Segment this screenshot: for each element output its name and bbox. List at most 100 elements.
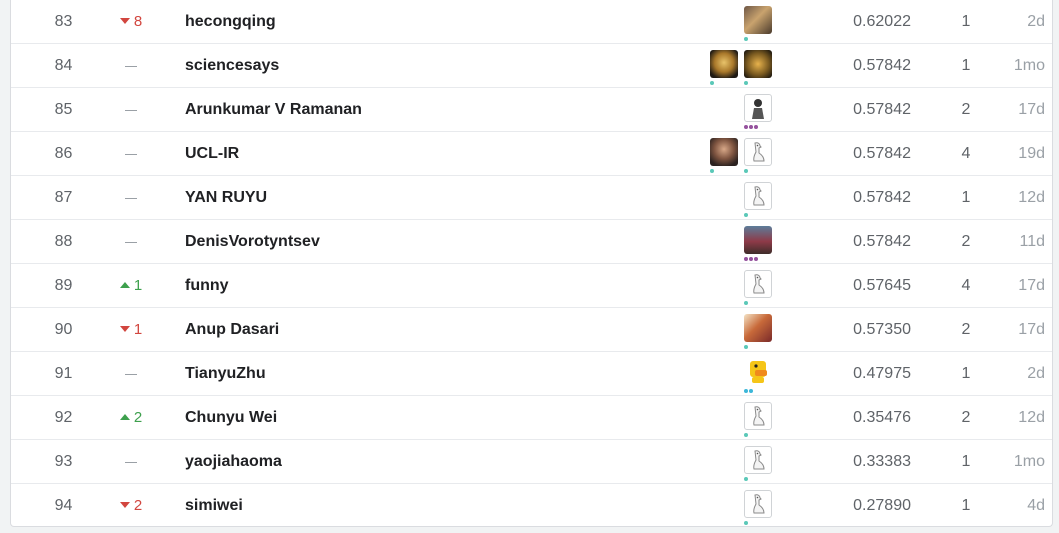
team-name-link[interactable]: Chunyu Wei — [185, 396, 277, 439]
member-avatar[interactable] — [744, 270, 772, 305]
rank-change: 8 — [111, 0, 151, 43]
member-avatar[interactable] — [744, 446, 772, 481]
rank-cell: 90 — [54, 321, 73, 338]
member-avatar[interactable] — [744, 94, 772, 129]
score-cell: 0.57842 — [853, 189, 911, 206]
leaderboard-row[interactable]: 83 8 hecongqing 0.62022 1 2d — [11, 0, 1052, 44]
no-change-dash-icon — [125, 241, 137, 243]
leaderboard-row[interactable]: 94 2 simiwei 0.27890 1 4d — [11, 484, 1052, 528]
team-name-link[interactable]: TianyuZhu — [185, 352, 266, 395]
entries-cell: 1 — [961, 365, 971, 382]
member-avatar[interactable] — [744, 138, 772, 173]
rank-cell: 86 — [54, 145, 73, 162]
last-submission-cell: 4d — [1027, 497, 1045, 514]
entries-cell: 1 — [961, 189, 971, 206]
score-cell: 0.47975 — [853, 365, 911, 382]
triangle-down-icon — [119, 326, 130, 333]
tier-dots-icon — [744, 81, 748, 85]
team-name-link[interactable]: Anup Dasari — [185, 308, 279, 351]
team-members — [744, 446, 772, 481]
team-name-link[interactable]: DenisVorotyntsev — [185, 220, 320, 263]
triangle-down-icon — [119, 502, 130, 509]
user-photo — [744, 314, 772, 342]
team-name-link[interactable]: simiwei — [185, 484, 243, 527]
team-name-link[interactable]: funny — [185, 264, 229, 307]
team-members — [744, 270, 772, 305]
user-photo — [744, 50, 772, 78]
leaderboard-row[interactable]: 88 DenisVorotyntsev 0.57842 2 11d — [11, 220, 1052, 264]
rank-cell: 88 — [54, 233, 73, 250]
last-submission-cell: 12d — [1018, 189, 1045, 206]
member-avatar[interactable] — [710, 138, 738, 173]
tier-dots-icon — [744, 257, 758, 261]
member-avatar[interactable] — [744, 182, 772, 217]
team-members — [744, 490, 772, 525]
rank-cell: 87 — [54, 189, 73, 206]
leaderboard-row[interactable]: 92 2 Chunyu Wei 0.35476 2 12d — [11, 396, 1052, 440]
team-name-link[interactable]: YAN RUYU — [185, 176, 267, 219]
last-submission-cell: 2d — [1027, 13, 1045, 30]
triangle-up-icon — [119, 414, 130, 421]
leaderboard-row[interactable]: 87 YAN RUYU 0.57842 1 12d — [11, 176, 1052, 220]
member-avatar[interactable] — [744, 6, 772, 41]
team-name-link[interactable]: yaojiahaoma — [185, 440, 282, 483]
user-photo — [744, 94, 772, 122]
last-submission-cell: 1mo — [1013, 57, 1045, 74]
leaderboard-row[interactable]: 85 Arunkumar V Ramanan 0.57842 2 17d — [11, 88, 1052, 132]
user-photo — [744, 226, 772, 254]
leaderboard-rows: 83 8 hecongqing 0.62022 1 2d 84 sciences… — [11, 0, 1052, 528]
last-submission-cell: 2d — [1027, 365, 1045, 382]
team-name-link[interactable]: UCL-IR — [185, 132, 239, 175]
triangle-down-icon — [119, 18, 130, 25]
team-members — [710, 50, 772, 85]
change-value: 8 — [133, 13, 143, 30]
tier-dots-icon — [710, 169, 714, 173]
member-avatar[interactable] — [744, 358, 772, 393]
score-cell: 0.57842 — [853, 233, 911, 250]
tier-dots-icon — [744, 169, 748, 173]
team-members — [744, 6, 772, 41]
last-submission-cell: 19d — [1018, 145, 1045, 162]
leaderboard-row[interactable]: 84 sciencesays 0.57842 1 1mo — [11, 44, 1052, 88]
last-submission-cell: 17d — [1018, 321, 1045, 338]
member-avatar[interactable] — [744, 50, 772, 85]
no-change-dash-icon — [125, 373, 137, 375]
last-submission-cell: 17d — [1018, 101, 1045, 118]
user-photo — [744, 6, 772, 34]
team-members — [744, 94, 772, 129]
member-avatar[interactable] — [710, 50, 738, 85]
score-cell: 0.57842 — [853, 101, 911, 118]
entries-cell: 2 — [961, 409, 971, 426]
tier-dots-icon — [744, 345, 748, 349]
entries-cell: 2 — [961, 101, 971, 118]
member-avatar[interactable] — [744, 490, 772, 525]
score-cell: 0.57842 — [853, 145, 911, 162]
member-avatar[interactable] — [744, 226, 772, 261]
team-name-link[interactable]: Arunkumar V Ramanan — [185, 88, 362, 131]
leaderboard-row[interactable]: 91 TianyuZhu 0.47975 1 2d — [11, 352, 1052, 396]
entries-cell: 1 — [961, 497, 971, 514]
entries-cell: 1 — [961, 453, 971, 470]
last-submission-cell: 17d — [1018, 277, 1045, 294]
member-avatar[interactable] — [744, 314, 772, 349]
rank-change — [111, 440, 151, 483]
entries-cell: 2 — [961, 233, 971, 250]
member-avatar[interactable] — [744, 402, 772, 437]
tier-dots-icon — [744, 521, 748, 525]
team-name-link[interactable]: hecongqing — [185, 0, 276, 43]
rank-cell: 89 — [54, 277, 73, 294]
leaderboard-row[interactable]: 90 1 Anup Dasari 0.57350 2 17d — [11, 308, 1052, 352]
leaderboard-row[interactable]: 86 UCL-IR 0.57842 4 19d — [11, 132, 1052, 176]
leaderboard-row[interactable]: 93 yaojiahaoma 0.33383 1 1mo — [11, 440, 1052, 484]
leaderboard-table: 83 8 hecongqing 0.62022 1 2d 84 sciences… — [10, 0, 1053, 527]
rank-cell: 91 — [54, 365, 73, 382]
tier-dots-icon — [744, 125, 758, 129]
team-name-link[interactable]: sciencesays — [185, 44, 279, 87]
tier-dots-icon — [744, 433, 748, 437]
tier-dots-icon — [744, 301, 748, 305]
score-cell: 0.62022 — [853, 13, 911, 30]
team-members — [744, 182, 772, 217]
rank-change — [111, 132, 151, 175]
rank-cell: 83 — [54, 13, 73, 30]
leaderboard-row[interactable]: 89 1 funny 0.57645 4 17d — [11, 264, 1052, 308]
